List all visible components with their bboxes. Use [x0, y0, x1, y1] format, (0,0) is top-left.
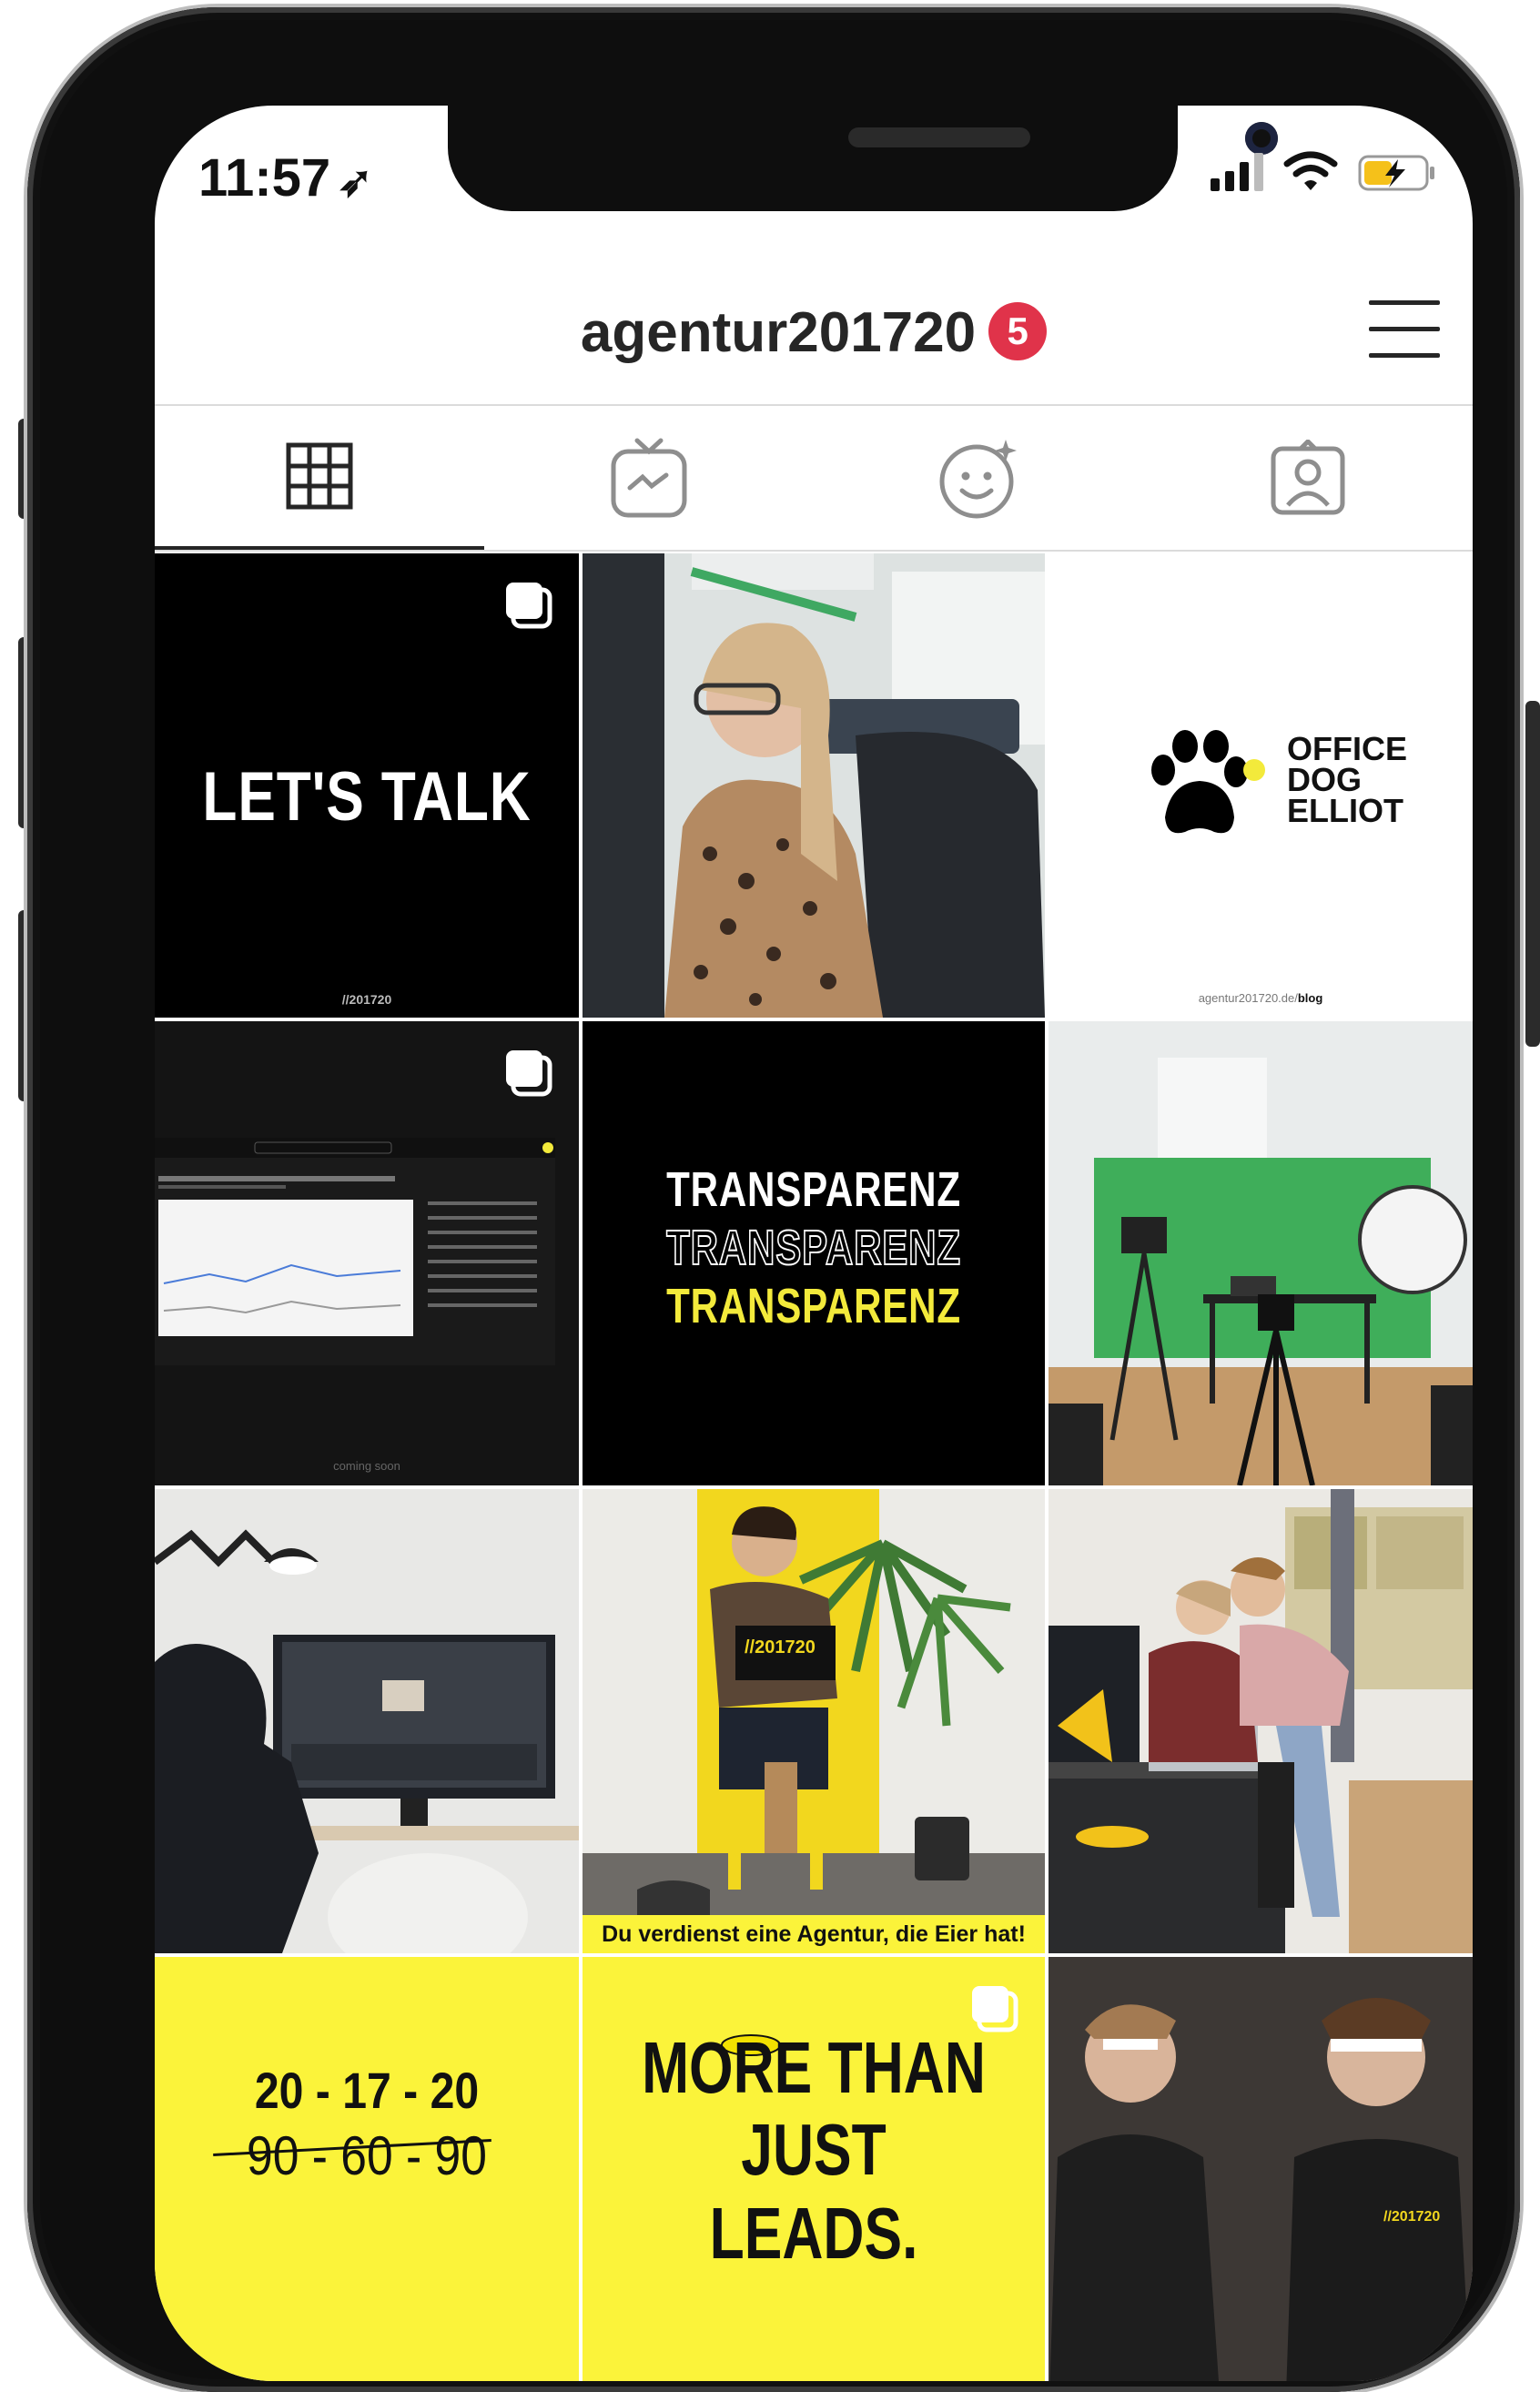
speaker-grille	[848, 127, 1030, 147]
phone-frame: 11:57 ➶ agentur201720 5 LET'S TALK //201…	[27, 7, 1520, 2392]
post-transparenz[interactable]: TRANSPARENZ TRANSPARENZ TRANSPARENZ	[583, 1021, 1045, 1485]
photo-green-screen	[1049, 1021, 1473, 1485]
photo-portraits: //201720	[1049, 1957, 1473, 2381]
notification-badge[interactable]: 5	[988, 301, 1048, 360]
post-office-dog[interactable]: OFFICE DOG ELLIOT agentur201720.de/blog	[1049, 553, 1473, 1018]
igtv-icon	[611, 438, 687, 518]
more-than-line-2: JUST LEADS.	[709, 2109, 918, 2274]
post-more-than-leads[interactable]: MORE THAN JUST LEADS.	[583, 1957, 1045, 2381]
front-camera	[1245, 122, 1278, 155]
tagged-person-icon	[1271, 440, 1345, 515]
carousel-icon	[506, 583, 552, 629]
transparenz-line-3: TRANSPARENZ	[666, 1279, 961, 1333]
status-icons	[1211, 151, 1436, 191]
hamburger-menu-button[interactable]	[1369, 300, 1440, 362]
laptop-screen-mockup	[155, 1138, 555, 1365]
post-portraits[interactable]: //201720	[1049, 1957, 1473, 2381]
numbers-line-2: 90 - 60 - 90	[247, 2125, 487, 2186]
tab-grid[interactable]	[155, 406, 484, 550]
carousel-icon	[506, 1050, 552, 1097]
profile-username[interactable]: agentur201720 5	[155, 300, 1473, 366]
more-than-line-1: MORE THAN	[642, 2027, 986, 2108]
paw-icon	[1151, 730, 1265, 834]
location-arrow-icon: ➶	[338, 157, 373, 205]
post-video-editing[interactable]	[155, 1489, 579, 1953]
photo-team-laptop	[1049, 1489, 1473, 1953]
photo-video-editing	[155, 1489, 579, 1953]
time-label: 11:57	[198, 148, 331, 208]
transparenz-line-1: TRANSPARENZ	[666, 1162, 961, 1217]
dog-title: OFFICE DOG ELLIOT	[1287, 730, 1407, 829]
book-label: //201720	[745, 1637, 816, 1657]
tab-igtv[interactable]	[484, 406, 814, 550]
username-label: agentur201720	[580, 301, 977, 364]
phone-screen: 11:57 ➶ agentur201720 5 LET'S TALK //201…	[155, 106, 1473, 2381]
profile-header: agentur201720 5	[155, 260, 1473, 406]
power-button	[1525, 701, 1540, 1047]
transparenz-line-2: TRANSPARENZ	[665, 1220, 961, 1276]
post-course-screenshot[interactable]: coming soon	[155, 1021, 579, 1485]
post-footer: coming soon	[333, 1459, 400, 1473]
post-agentur-eier[interactable]: //201720 Du verdienst eine Agentur, die …	[583, 1489, 1045, 1953]
grid-icon	[286, 442, 353, 510]
signal-icon	[1211, 153, 1263, 191]
photo-woman-leopard	[583, 553, 1045, 1018]
notch	[448, 106, 1278, 211]
battery-charging-icon	[1358, 155, 1434, 191]
tab-effects[interactable]	[814, 406, 1143, 550]
carousel-icon	[972, 1986, 1018, 2032]
post-caption: Du verdienst eine Agentur, die Eier hat!	[583, 1915, 1045, 1953]
status-time: 11:57 ➶	[198, 147, 373, 208]
post-title: LET'S TALK	[202, 758, 532, 836]
photo-man-reading: //201720	[583, 1489, 1045, 1953]
post-green-screen-studio[interactable]	[1049, 1021, 1473, 1485]
face-effects-icon	[939, 440, 1017, 519]
post-footer: //201720	[341, 992, 392, 1007]
numbers-line-1: 20 - 17 - 20	[254, 2062, 480, 2119]
tab-tagged[interactable]	[1143, 406, 1473, 550]
post-woman-at-desk[interactable]	[583, 553, 1045, 1018]
shirt-logo: //201720	[1383, 2209, 1440, 2225]
post-numbers[interactable]: 20 - 17 - 20 90 - 60 - 90	[155, 1957, 579, 2381]
dog-url: agentur201720.de/blog	[1198, 991, 1323, 1005]
post-team-at-laptop[interactable]	[1049, 1489, 1473, 1953]
wifi-icon	[1283, 151, 1338, 190]
post-lets-talk[interactable]: LET'S TALK //201720	[155, 553, 579, 1018]
profile-tabs	[155, 406, 1473, 552]
